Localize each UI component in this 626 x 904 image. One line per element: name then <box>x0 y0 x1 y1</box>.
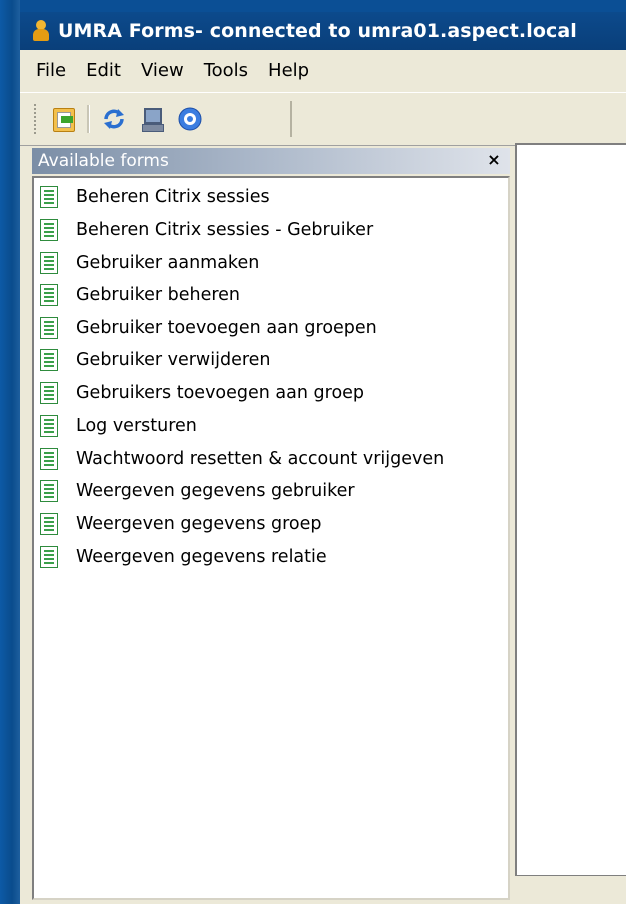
list-item[interactable]: Gebruiker beheren <box>40 278 240 311</box>
menu-help[interactable]: Help <box>258 60 319 81</box>
list-item[interactable]: Beheren Citrix sessies <box>40 180 270 213</box>
form-icon <box>40 381 58 404</box>
form-icon <box>40 251 58 274</box>
form-icon <box>40 348 58 371</box>
window-title: UMRA Forms- connected to umra01.aspect.l… <box>58 20 577 42</box>
list-item-label: Gebruiker aanmaken <box>76 252 260 273</box>
form-icon <box>40 414 58 437</box>
list-item-label: Beheren Citrix sessies - Gebruiker <box>76 219 374 240</box>
list-item-label: Log versturen <box>76 415 197 436</box>
list-item[interactable]: Weergeven gegevens groep <box>40 507 322 540</box>
panel-header: Available forms × <box>32 148 510 174</box>
menu-file[interactable]: File <box>20 60 76 81</box>
desktop-background <box>0 0 20 904</box>
list-item-label: Weergeven gegevens relatie <box>76 546 327 567</box>
form-icon <box>40 283 58 306</box>
status-bar <box>515 876 626 904</box>
list-item-label: Weergeven gegevens gebruiker <box>76 480 355 501</box>
open-form-icon[interactable] <box>49 105 77 133</box>
list-item[interactable]: Gebruikers toevoegen aan groep <box>40 376 364 409</box>
list-item-label: Beheren Citrix sessies <box>76 186 270 207</box>
list-item[interactable]: Gebruiker verwijderen <box>40 343 271 376</box>
form-icon <box>40 479 58 502</box>
list-item[interactable]: Weergeven gegevens gebruiker <box>40 474 355 507</box>
menu-view[interactable]: View <box>131 60 194 81</box>
title-bar[interactable]: UMRA Forms- connected to umra01.aspect.l… <box>20 12 626 50</box>
computer-icon[interactable] <box>138 105 166 133</box>
toolbar <box>20 92 626 146</box>
menu-edit[interactable]: Edit <box>76 60 131 81</box>
list-item[interactable]: Log versturen <box>40 409 197 442</box>
list-item[interactable]: Gebruiker toevoegen aan groepen <box>40 311 377 344</box>
list-item[interactable]: Gebruiker aanmaken <box>40 246 259 279</box>
form-icon <box>40 316 58 339</box>
menu-tools[interactable]: Tools <box>194 60 258 81</box>
list-item[interactable]: Wachtwoord resetten & account vrijgeven <box>40 442 444 475</box>
form-icon <box>40 447 58 470</box>
menu-bar: File Edit View Tools Help <box>20 50 626 90</box>
help-icon[interactable] <box>176 105 204 133</box>
form-icon <box>40 512 58 535</box>
list-item[interactable]: Weergeven gegevens relatie <box>40 540 327 573</box>
user-icon <box>32 20 50 42</box>
list-item-label: Wachtwoord resetten & account vrijgeven <box>76 448 445 469</box>
toolbar-separator <box>87 105 90 133</box>
list-item-label: Gebruikers toevoegen aan groep <box>76 382 365 403</box>
toolbar-band <box>34 101 292 137</box>
list-item-label: Gebruiker verwijderen <box>76 349 271 370</box>
form-content-pane[interactable] <box>515 143 626 877</box>
panel-title: Available forms <box>38 151 169 171</box>
close-icon[interactable]: × <box>484 150 504 170</box>
refresh-icon[interactable] <box>100 105 128 133</box>
list-item-label: Gebruiker beheren <box>76 284 241 305</box>
list-item[interactable]: Beheren Citrix sessies - Gebruiker <box>40 213 373 246</box>
list-item-label: Gebruiker toevoegen aan groepen <box>76 317 377 338</box>
list-item-label: Weergeven gegevens groep <box>76 513 322 534</box>
available-forms-panel: Available forms × Beheren Citrix sessies… <box>32 148 510 904</box>
forms-list: Beheren Citrix sessies Beheren Citrix se… <box>32 176 510 900</box>
app-window: UMRA Forms- connected to umra01.aspect.l… <box>20 12 626 904</box>
toolbar-grip[interactable] <box>34 104 39 134</box>
form-icon <box>40 218 58 241</box>
form-icon <box>40 545 58 568</box>
form-icon <box>40 185 58 208</box>
